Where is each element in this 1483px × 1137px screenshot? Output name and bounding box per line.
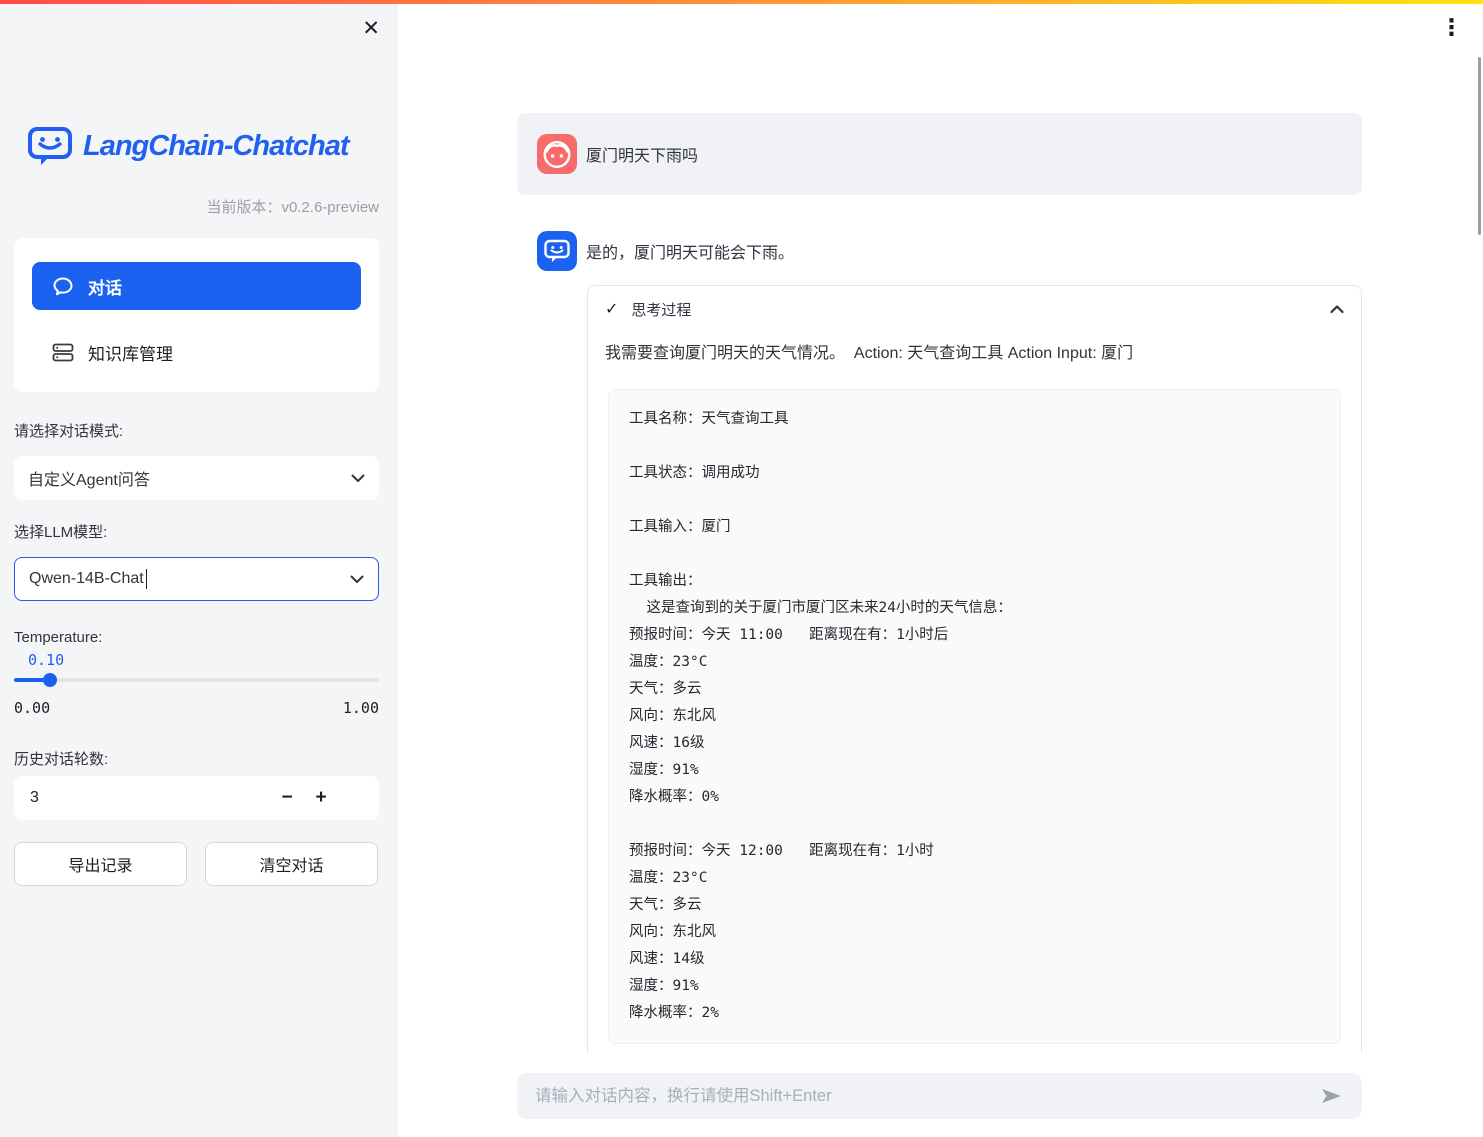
user-message-text: 厦门明天下雨吗 (586, 142, 698, 166)
llm-model-select[interactable]: Qwen-14B-Chat (14, 557, 379, 601)
assistant-avatar (537, 231, 577, 271)
scrollbar[interactable] (1478, 57, 1481, 235)
top-decoration-bar (0, 0, 1483, 4)
logo-chat-bubble-icon (27, 126, 73, 166)
user-face-icon (537, 134, 577, 174)
slider-track[interactable] (14, 678, 379, 682)
chat-input[interactable] (535, 1087, 1308, 1106)
sidebar-item-knowledge-base[interactable]: 知识库管理 (32, 332, 361, 372)
main-area: ⋮ 厦门明天下雨吗 (398, 0, 1483, 1137)
assistant-message-text: 是的，厦门明天可能会下雨。 (586, 239, 794, 263)
app-menu-icon[interactable]: ⋮ (1440, 16, 1463, 39)
check-icon: ✓ (605, 299, 618, 319)
chat-bubble-icon (52, 276, 74, 297)
history-rounds-input-group: − + (14, 776, 379, 820)
assistant-message: 是的，厦门明天可能会下雨。 (517, 231, 1362, 271)
tool-output-block: 工具名称：天气查询工具 工具状态：调用成功 工具输入：厦门 工具输出： 这是查询… (608, 389, 1341, 1044)
sidebar-item-label: 对话 (88, 274, 122, 299)
history-rounds-label: 历史对话轮数: (14, 748, 108, 769)
temperature-value: 0.10 (28, 651, 64, 669)
version-value: v0.2.6-preview (281, 199, 379, 216)
app-logo: LangChain-Chatchat (27, 126, 349, 166)
export-records-button[interactable]: 导出记录 (14, 842, 187, 886)
chat-input-container (517, 1073, 1362, 1119)
chevron-up-icon[interactable] (1330, 305, 1344, 314)
chevron-down-icon (351, 474, 365, 483)
send-icon (1318, 1084, 1344, 1108)
thought-process-expander: ✓ 思考过程 我需要查询厦门明天的天气情况。 Action: 天气查询工具 Ac… (587, 285, 1362, 1053)
text-cursor (146, 569, 148, 589)
decrement-button[interactable]: − (270, 787, 304, 809)
sidebar: ✕ LangChain-Chatchat 当前版本：v0.2.6-preview… (0, 0, 398, 1137)
chevron-down-icon (350, 575, 364, 584)
temperature-slider[interactable] (14, 676, 379, 684)
slider-range-labels: 0.00 1.00 (14, 699, 379, 717)
llm-model-value: Qwen-14B-Chat (29, 570, 144, 588)
user-avatar (537, 134, 577, 174)
clear-dialogue-button[interactable]: 清空对话 (205, 842, 378, 886)
version-label: 当前版本： (206, 199, 281, 216)
agent-thought-text: 我需要查询厦门明天的天气情况。 Action: 天气查询工具 Action In… (605, 342, 1344, 366)
version-text: 当前版本：v0.2.6-preview (206, 196, 379, 217)
knowledge-base-icon (52, 342, 74, 363)
slider-min-label: 0.00 (14, 699, 50, 717)
increment-button[interactable]: + (304, 787, 338, 809)
temperature-label: Temperature: (14, 629, 102, 646)
assistant-chat-bubble-icon (537, 231, 577, 271)
slider-thumb[interactable] (43, 673, 57, 687)
sidebar-item-label: 知识库管理 (88, 340, 173, 365)
slider-max-label: 1.00 (343, 699, 379, 717)
send-button[interactable] (1318, 1084, 1344, 1108)
dialog-mode-label: 请选择对话模式: (14, 420, 123, 441)
sidebar-close-icon[interactable]: ✕ (362, 18, 380, 39)
expander-title: 思考过程 (631, 299, 1317, 320)
sidebar-item-dialogue[interactable]: 对话 (32, 262, 361, 310)
app-title: LangChain-Chatchat (83, 130, 349, 163)
llm-model-label: 选择LLM模型: (14, 521, 107, 542)
history-rounds-input[interactable] (30, 789, 270, 807)
nav-card: 对话 知识库管理 (14, 238, 379, 392)
user-message: 厦门明天下雨吗 (517, 113, 1362, 195)
expander-header[interactable]: ✓ 思考过程 (588, 286, 1361, 332)
dialog-mode-select[interactable]: 自定义Agent问答 (14, 456, 379, 500)
dialog-mode-value: 自定义Agent问答 (28, 466, 150, 490)
